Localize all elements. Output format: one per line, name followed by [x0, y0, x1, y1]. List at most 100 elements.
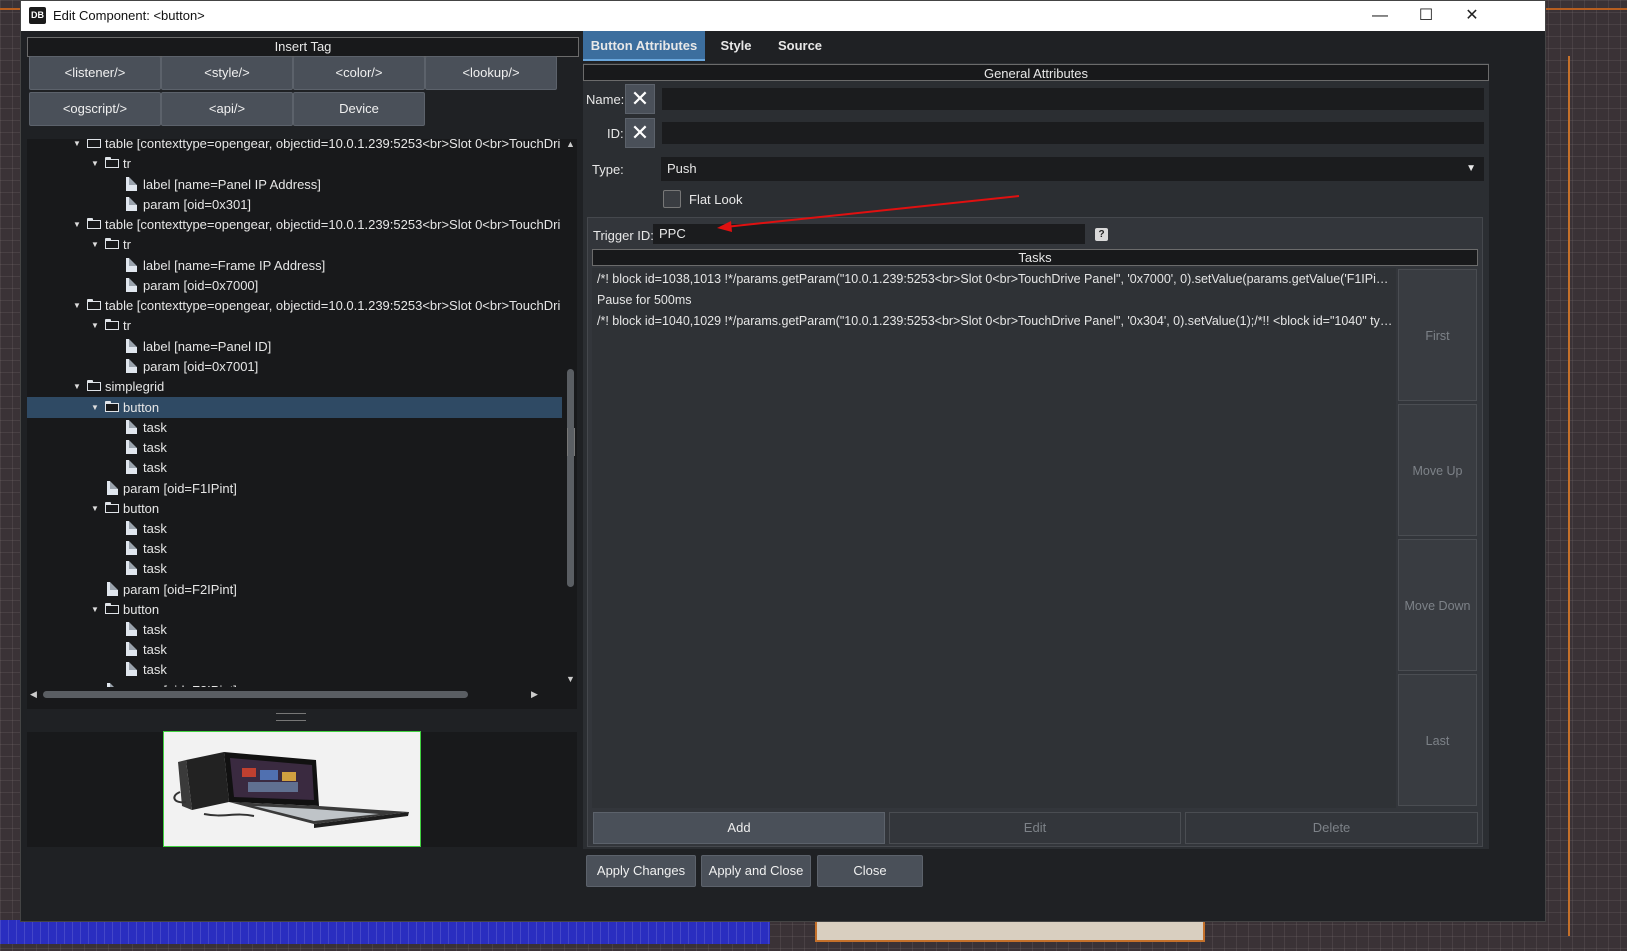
x-icon: ✕: [630, 120, 650, 145]
move-up-button[interactable]: Move Up: [1398, 404, 1477, 536]
tree-node-param[interactable]: param [oid=0x7001]: [27, 356, 562, 377]
vertical-splitter-handle[interactable]: [567, 428, 575, 456]
insert-api-button[interactable]: <api/>: [161, 92, 293, 126]
tree-node-task[interactable]: task: [27, 639, 562, 660]
tree-node-label[interactable]: label [name=Panel IP Address]: [27, 174, 562, 195]
name-label: Name:: [586, 92, 625, 107]
name-field[interactable]: [662, 88, 1484, 110]
tree-node-task[interactable]: task: [27, 437, 562, 458]
folder-icon: [87, 218, 101, 229]
insert-color-button[interactable]: <color/>: [293, 56, 425, 90]
file-icon: [126, 258, 137, 272]
id-label: ID:: [607, 126, 624, 141]
insert-ogscript-button[interactable]: <ogscript/>: [29, 92, 161, 126]
tab-source[interactable]: Source: [767, 31, 833, 61]
tab-button-attributes[interactable]: Button Attributes: [583, 31, 705, 61]
close-button[interactable]: Close: [817, 855, 923, 887]
minimize-button[interactable]: —: [1357, 1, 1403, 31]
tree-node-task[interactable]: task: [27, 619, 562, 640]
insert-tag-header: Insert Tag: [27, 37, 579, 57]
tree-node-param[interactable]: param [oid=0x301]: [27, 194, 562, 215]
insert-style-button[interactable]: <style/>: [161, 56, 293, 90]
insert-lookup-button[interactable]: <lookup/>: [425, 56, 557, 90]
apply-changes-button[interactable]: Apply Changes: [586, 855, 696, 887]
folder-icon: [105, 319, 119, 330]
tree-node-tr[interactable]: ▼ tr: [27, 153, 562, 174]
scroll-up-arrow-icon[interactable]: ▲: [566, 139, 575, 149]
file-icon: [126, 339, 137, 353]
tree-node-label[interactable]: label [name=Frame IP Address]: [27, 255, 562, 276]
clear-name-button[interactable]: ✕: [625, 84, 655, 114]
task-list-item[interactable]: /*! block id=1038,1013 !*/params.getPara…: [597, 269, 1394, 290]
file-icon: [126, 420, 137, 434]
insert-listener-button[interactable]: <listener/>: [29, 56, 161, 90]
delete-task-button[interactable]: Delete: [1185, 812, 1478, 844]
scroll-down-arrow-icon[interactable]: ▼: [566, 674, 575, 684]
tree-node-simplegrid[interactable]: ▼ simplegrid: [27, 376, 562, 397]
file-icon: [126, 440, 137, 454]
folder-icon: [105, 401, 119, 412]
tree-node-table[interactable]: ▼ table [contexttype=opengear, objectid=…: [27, 139, 562, 154]
task-list-item[interactable]: /*! block id=1040,1029 !*/params.getPara…: [597, 311, 1394, 332]
tree-node-label[interactable]: label [name=Panel ID]: [27, 336, 562, 357]
apply-and-close-button[interactable]: Apply and Close: [701, 855, 811, 887]
tree-node-task[interactable]: task: [27, 457, 562, 478]
canvas-blue-region: [0, 920, 770, 944]
tree-node-task[interactable]: task: [27, 518, 562, 539]
file-icon: [126, 541, 137, 555]
general-attributes-header: General Attributes: [583, 64, 1489, 81]
folder-icon: [105, 502, 119, 513]
edit-task-button[interactable]: Edit: [889, 812, 1181, 844]
file-icon: [126, 278, 137, 292]
scroll-right-arrow-icon[interactable]: ▶: [531, 689, 538, 700]
help-icon[interactable]: ?: [1095, 228, 1108, 241]
horizontal-splitter-handle[interactable]: [276, 713, 306, 721]
type-select[interactable]: Push ▼: [661, 157, 1484, 181]
close-window-button[interactable]: ✕: [1449, 1, 1495, 31]
tree-node-task[interactable]: task: [27, 538, 562, 559]
type-label: Type:: [592, 162, 624, 177]
tree-node-tr[interactable]: ▼ tr: [27, 234, 562, 255]
tree-node-button-selected[interactable]: ▼ button: [27, 397, 562, 418]
tree-vertical-scroll-thumb[interactable]: [567, 369, 574, 587]
file-icon: [126, 197, 137, 211]
file-icon: [126, 359, 137, 373]
tree-node-task[interactable]: task: [27, 558, 562, 579]
tree-horizontal-scroll-thumb[interactable]: [43, 691, 468, 698]
tree-node-task[interactable]: task: [27, 417, 562, 438]
tree-node-param[interactable]: param [oid=F1IPint]: [27, 478, 562, 499]
tree-node-task[interactable]: task: [27, 659, 562, 680]
file-icon: [126, 662, 137, 676]
file-icon: [126, 642, 137, 656]
annotation-arrow: [717, 195, 1020, 232]
tree-node-table[interactable]: ▼ table [contexttype=opengear, objectid=…: [27, 214, 562, 235]
move-down-button[interactable]: Move Down: [1398, 539, 1477, 671]
tree-node-param[interactable]: param [oid=F2IPint]: [27, 579, 562, 600]
folder-icon: [105, 238, 119, 249]
file-icon: [107, 481, 118, 495]
file-icon: [107, 582, 118, 596]
x-icon: ✕: [630, 86, 650, 111]
clear-id-button[interactable]: ✕: [625, 118, 655, 148]
tree-node-table[interactable]: ▼ table [contexttype=opengear, objectid=…: [27, 295, 562, 316]
tasks-list[interactable]: /*! block id=1038,1013 !*/params.getPara…: [592, 268, 1396, 808]
maximize-button[interactable]: ☐: [1403, 1, 1449, 31]
tree-node-button[interactable]: ▼ button: [27, 599, 562, 620]
tasks-header: Tasks: [592, 249, 1478, 266]
tree-node-tr[interactable]: ▼ tr: [27, 315, 562, 336]
tree-node-button[interactable]: ▼ button: [27, 498, 562, 519]
scroll-left-arrow-icon[interactable]: ◀: [30, 689, 37, 700]
folder-icon: [105, 157, 119, 168]
tree-node-param[interactable]: param [oid=0x7000]: [27, 275, 562, 296]
first-button[interactable]: First: [1398, 269, 1477, 401]
last-button[interactable]: Last: [1398, 674, 1477, 806]
insert-device-button[interactable]: Device: [293, 92, 425, 126]
tab-style[interactable]: Style: [707, 31, 765, 61]
chevron-down-icon: ▼: [1466, 163, 1476, 174]
add-task-button[interactable]: Add: [593, 812, 885, 844]
window-title: Edit Component: <button>: [53, 8, 205, 23]
id-field[interactable]: [662, 122, 1484, 144]
task-list-item[interactable]: Pause for 500ms: [597, 290, 1394, 311]
flat-look-checkbox[interactable]: [663, 190, 681, 208]
folder-icon: [87, 299, 101, 310]
